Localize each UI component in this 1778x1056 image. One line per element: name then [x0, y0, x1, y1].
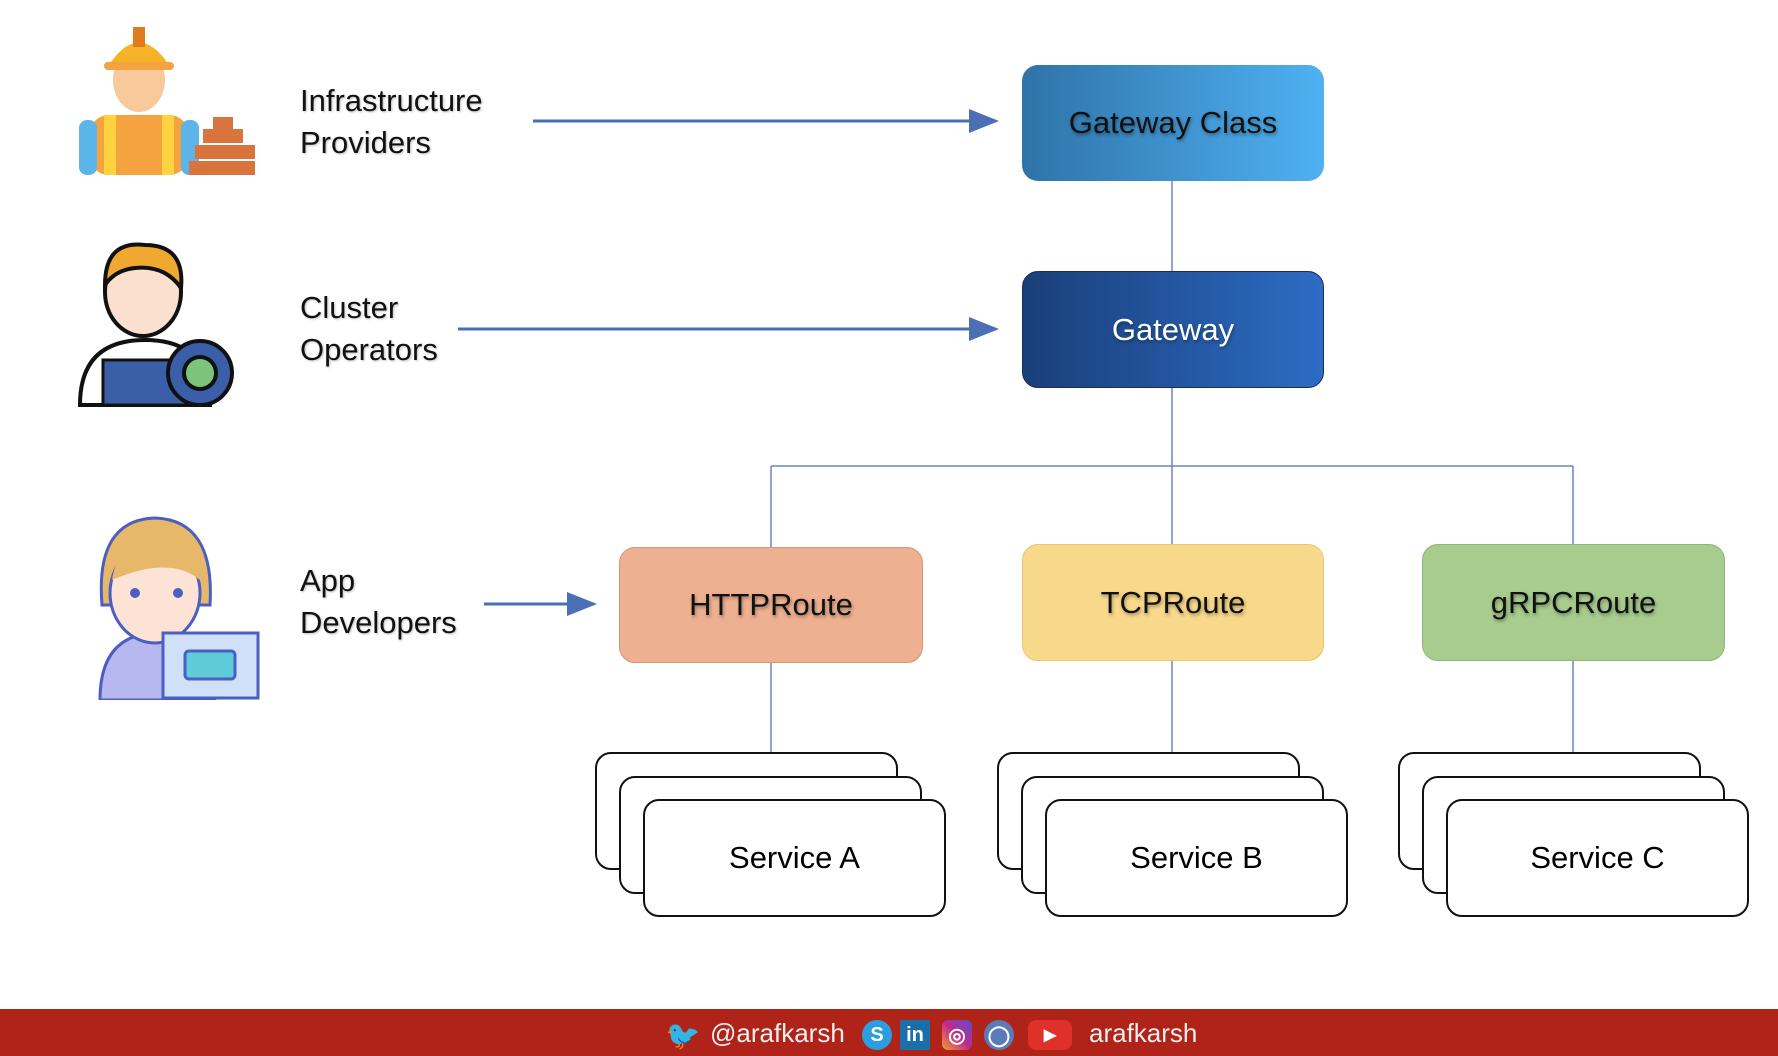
label-line: Developers — [300, 605, 457, 640]
service-c-node: Service C — [1446, 799, 1749, 917]
service-b-node: Service B — [1045, 799, 1348, 917]
skype-icon[interactable]: S — [862, 1020, 892, 1050]
gateway-node: Gateway — [1022, 271, 1324, 388]
twitter-icon[interactable]: 🐦 — [666, 1020, 701, 1051]
label-line: Infrastructure — [300, 83, 483, 118]
construction-worker-icon — [79, 27, 255, 175]
gateway-class-node: Gateway Class — [1022, 65, 1324, 181]
operator-gear-icon — [77, 242, 234, 407]
httproute-node: HTTPRoute — [619, 547, 923, 663]
tcproute-node: TCPRoute — [1022, 544, 1324, 661]
service-a-node: Service A — [643, 799, 946, 917]
label-line: Providers — [300, 125, 431, 160]
grpcroute-node: gRPCRoute — [1422, 544, 1725, 661]
github-icon[interactable]: ◯ — [984, 1020, 1014, 1050]
instagram-icon[interactable]: ◎ — [942, 1020, 972, 1050]
label-line: Cluster — [300, 290, 399, 325]
label-line: App — [300, 563, 356, 598]
label-line: Operators — [300, 332, 438, 367]
youtube-icon[interactable]: ▶ — [1028, 1020, 1072, 1050]
role-label-infrastructure-providers: Infrastructure Providers — [300, 80, 483, 164]
twitter-handle[interactable]: @arafkarsh — [710, 1018, 845, 1049]
linkedin-icon[interactable]: in — [900, 1020, 930, 1050]
role-label-cluster-operators: Cluster Operators — [300, 287, 438, 371]
role-label-app-developers: App Developers — [300, 560, 457, 644]
developer-laptop-icon — [98, 516, 260, 700]
youtube-handle[interactable]: arafkarsh — [1089, 1018, 1197, 1049]
